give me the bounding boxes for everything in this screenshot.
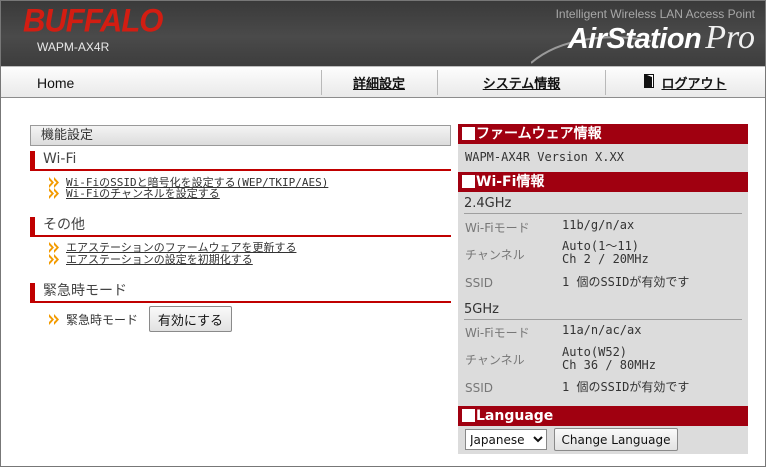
emergency-mode-row: 緊急時モード: [49, 312, 139, 327]
double-arrow-icon: [49, 313, 59, 325]
airstation-pro-brand: AirStation Pro: [568, 19, 755, 57]
channel-value-line2: Ch 36 / 80MHz: [562, 358, 656, 372]
status-panel: ファームウェア情報 WAPM-AX4R Version X.XX Wi-Fi情報…: [458, 124, 748, 454]
band-24ghz-heading: 2.4GHz: [464, 196, 742, 214]
square-bullet-icon: [462, 409, 475, 422]
square-bullet-icon: [462, 175, 475, 188]
top-nav: Home 詳細設定 システム情報 ログアウト: [1, 66, 765, 98]
header: BUFFALO WAPM-AX4R Intelligent Wireless L…: [1, 1, 765, 66]
logout-label: ログアウト: [661, 77, 727, 92]
wifi-mode-label: Wi-Fiモード: [465, 326, 530, 340]
brand-main-text: AirStation: [567, 23, 702, 55]
link-label: エアステーションの設定を初期化する: [66, 253, 253, 266]
channel-value-line2: Ch 2 / 20MHz: [562, 252, 649, 266]
link-factory-reset[interactable]: エアステーションの設定を初期化する: [49, 252, 253, 266]
wifi-mode-value: 11b/g/n/ax: [562, 218, 635, 232]
firmware-info-header: ファームウェア情報: [458, 124, 748, 144]
firmware-info-title: ファームウェア情報: [476, 126, 602, 142]
square-bullet-icon: [462, 127, 475, 140]
nav-system-info[interactable]: システム情報: [438, 67, 605, 98]
link-label: Wi-Fiのチャンネルを設定する: [66, 187, 220, 200]
firmware-version: WAPM-AX4R Version X.XX: [465, 150, 624, 164]
model-name: WAPM-AX4R: [37, 40, 110, 54]
wifi-mode-value: 11a/n/ac/ax: [562, 323, 642, 337]
double-arrow-icon: [49, 187, 59, 199]
ssid-label: SSID: [465, 381, 494, 395]
function-settings-title: 機能設定: [30, 125, 451, 146]
link-wifi-channel[interactable]: Wi-Fiのチャンネルを設定する: [49, 186, 220, 200]
channel-label: チャンネル: [465, 248, 525, 262]
wifi-info-header: Wi-Fi情報: [458, 172, 748, 192]
buffalo-logo: BUFFALO: [23, 2, 163, 39]
language-header: Language: [458, 406, 748, 426]
emergency-mode-label: 緊急時モード: [66, 312, 139, 327]
double-arrow-icon: [49, 253, 59, 265]
nav-logout[interactable]: ログアウト: [606, 67, 765, 98]
band-5ghz-heading: 5GHz: [464, 302, 742, 320]
wifi-info-title: Wi-Fi情報: [476, 174, 545, 190]
section-wifi-heading: Wi-Fi: [30, 151, 451, 171]
language-select[interactable]: Japanese: [465, 429, 547, 450]
change-language-button[interactable]: Change Language: [554, 428, 678, 451]
wifi-mode-label: Wi-Fiモード: [465, 221, 530, 235]
brand-pro-text: Pro: [705, 19, 755, 56]
ssid-label: SSID: [465, 276, 494, 290]
door-icon: [644, 73, 655, 88]
double-arrow-icon: [49, 241, 59, 253]
channel-label: チャンネル: [465, 353, 525, 367]
section-other-heading: その他: [30, 217, 451, 237]
nav-home[interactable]: Home: [37, 67, 74, 98]
section-emergency-heading: 緊急時モード: [30, 283, 451, 303]
nav-detail-settings[interactable]: 詳細設定: [321, 67, 437, 98]
enable-emergency-button[interactable]: 有効にする: [149, 306, 232, 332]
ssid-value: 1 個のSSIDが有効です: [562, 275, 690, 289]
ssid-value: 1 個のSSIDが有効です: [562, 380, 690, 394]
language-title: Language: [476, 408, 554, 424]
